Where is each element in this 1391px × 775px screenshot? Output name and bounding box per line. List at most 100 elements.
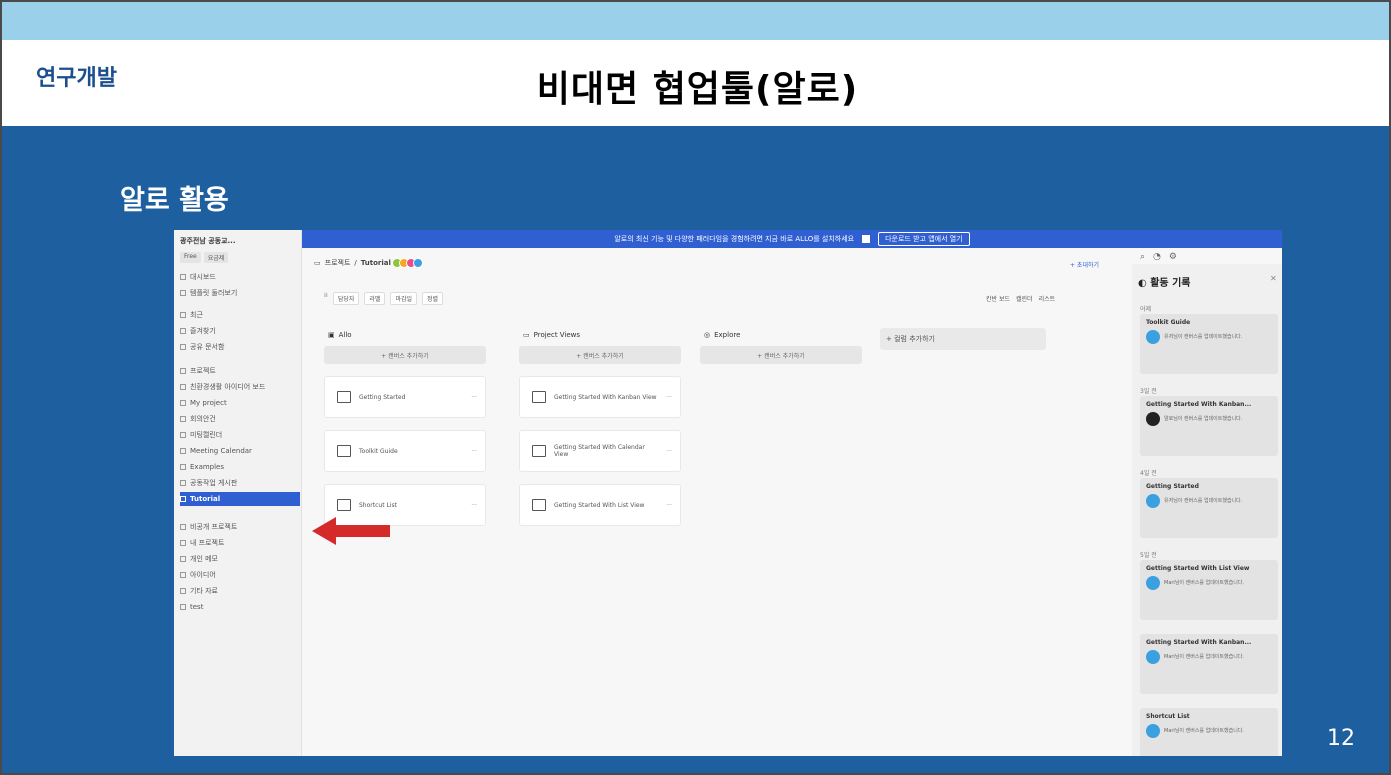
sidebar-item[interactable]: 미팅캘린더 <box>180 428 298 442</box>
breadcrumb-project[interactable]: 프로젝트 <box>325 258 351 268</box>
more-icon[interactable]: ··· <box>471 502 477 509</box>
sidebar-item-label: 기타 자료 <box>190 587 218 595</box>
activity-line: 유저님이 캔버스를 업데이트했습니다. <box>1146 494 1272 508</box>
filter-chip[interactable]: 정렬 <box>422 292 444 305</box>
sidebar-item[interactable]: Tutorial <box>180 492 300 506</box>
sidebar-item[interactable]: 프로젝트 <box>180 364 298 378</box>
activity-item[interactable]: Getting Started With List View Mari님이 캔버스… <box>1140 560 1278 620</box>
page-icon <box>180 328 186 334</box>
sidebar-item[interactable]: 공유 문서함 <box>180 340 298 354</box>
sidebar-item[interactable]: 아이디어 <box>180 568 298 582</box>
canvas-card[interactable]: Getting Started With List View ··· <box>519 484 681 526</box>
notice-text: 알로의 최신 기능 및 다양한 패러다임을 경험하려면 지금 바로 ALLO를 … <box>614 235 855 243</box>
sidebar-item[interactable]: 최근 <box>180 308 298 322</box>
view-toggle-calendar[interactable]: 캘린더 <box>1016 294 1033 303</box>
more-icon[interactable]: ··· <box>666 448 672 455</box>
plan-chip[interactable]: 요금제 <box>203 252 229 263</box>
page-icon <box>180 274 186 280</box>
sidebar-item[interactable]: 공동작업 게시판 <box>180 476 298 490</box>
canvas-card[interactable]: Getting Started With Kanban View ··· <box>519 376 681 418</box>
sidebar-item-label: 템플릿 둘러보기 <box>190 289 238 297</box>
activity-item[interactable]: Shortcut List Mari님이 캔버스를 업데이트했습니다. <box>1140 708 1278 756</box>
sidebar-item[interactable]: 비공개 프로젝트 <box>180 520 298 534</box>
folder-icon <box>532 391 546 403</box>
activity-item-title: Getting Started With Kanban... <box>1146 639 1252 646</box>
column-header[interactable]: ▣ Allo <box>324 328 486 342</box>
plan-chip[interactable]: Free <box>180 252 201 263</box>
workspace-name[interactable]: 광주전남 공동교... <box>180 236 236 246</box>
view-toggle-kanban[interactable]: 칸반 보드 <box>986 294 1010 303</box>
activity-item[interactable]: Getting Started With Kanban... 알로님이 캔버스를 … <box>1140 396 1278 456</box>
sidebar-item[interactable]: Examples <box>180 460 298 474</box>
sidebar-item[interactable]: 개인 메모 <box>180 552 298 566</box>
page-icon <box>180 368 186 374</box>
page-icon <box>180 588 186 594</box>
embedded-app-screenshot: 광주전남 공동교... Free 요금제 대시보드템플릿 둘러보기최근즐겨찾기공… <box>174 230 1282 756</box>
download-button[interactable]: 다운로드 받고 앱에서 열기 <box>878 232 970 246</box>
activity-item[interactable]: Toolkit Guide 유저님이 캔버스를 업데이트했습니다. <box>1140 314 1278 374</box>
add-column-button[interactable]: + 컬럼 추가하기 <box>880 328 1046 350</box>
page-icon <box>180 432 186 438</box>
filter-chip[interactable]: 담당자 <box>332 292 360 305</box>
activity-text: 유저님이 캔버스를 업데이트했습니다. <box>1164 497 1243 504</box>
sidebar-item[interactable]: 대시보드 <box>180 270 298 284</box>
more-icon[interactable]: ··· <box>666 394 672 401</box>
sidebar-item[interactable]: 기타 자료 <box>180 584 298 598</box>
add-canvas-button[interactable]: + 캔버스 추가하기 <box>700 346 862 364</box>
canvas-card[interactable]: Getting Started With Calendar View ··· <box>519 430 681 472</box>
filter-chip[interactable]: 라벨 <box>364 292 386 305</box>
breadcrumb-board[interactable]: Tutorial <box>361 259 391 267</box>
sidebar-item[interactable]: 템플릿 둘러보기 <box>180 286 298 300</box>
activity-text: Mari님이 캔버스를 업데이트했습니다. <box>1164 727 1244 734</box>
canvas-card[interactable]: Getting Started ··· <box>324 376 486 418</box>
column-header[interactable]: ▭ Project Views <box>519 328 681 342</box>
close-icon[interactable]: ✕ <box>1270 274 1277 283</box>
invite-button[interactable]: + 초대하기 <box>1070 260 1099 269</box>
column-header[interactable]: ◎ Explore <box>700 328 862 342</box>
view-toggle-list[interactable]: 리스트 <box>1039 294 1056 303</box>
activity-item-title: Shortcut List <box>1146 713 1190 720</box>
sidebar-item-label: 친환경생활 아이디어 보드 <box>190 383 266 391</box>
add-canvas-button[interactable]: + 캔버스 추가하기 <box>324 346 486 364</box>
folder-icon: ▭ <box>314 259 321 267</box>
page-icon <box>180 480 186 486</box>
sidebar-item[interactable]: 즐겨찾기 <box>180 324 298 338</box>
member-avatars[interactable] <box>391 258 423 268</box>
sidebar-item[interactable]: 내 프로젝트 <box>180 536 298 550</box>
canvas-card[interactable]: Toolkit Guide ··· <box>324 430 486 472</box>
filter-bar: ⁞⁞ 담당자 라벨 마감일 정렬 <box>324 292 444 305</box>
activity-line: Mari님이 캔버스를 업데이트했습니다. <box>1146 650 1272 664</box>
sidebar-item[interactable]: My project <box>180 396 298 410</box>
windows-icon <box>862 235 871 243</box>
activity-item[interactable]: Getting Started With Kanban... Mari님이 캔버스… <box>1140 634 1278 694</box>
slide-title: 비대면 협업툴(알로) <box>536 69 859 110</box>
page-icon <box>180 556 186 562</box>
page-icon <box>180 400 186 406</box>
sidebar-item-label: 프로젝트 <box>190 367 216 375</box>
activity-line: Mari님이 캔버스를 업데이트했습니다. <box>1146 724 1272 738</box>
avatar <box>1146 724 1160 738</box>
more-icon[interactable]: ··· <box>666 502 672 509</box>
search-icon[interactable]: ⌕ <box>1140 252 1145 262</box>
sidebar-item[interactable]: 회의안건 <box>180 412 298 426</box>
sidebar-item-label: Tutorial <box>190 495 221 503</box>
more-icon[interactable]: ··· <box>471 448 477 455</box>
sidebar-item[interactable]: Meeting Calendar <box>180 444 298 458</box>
activity-title: ◐ 활동 기록 <box>1138 278 1191 289</box>
sidebar-item[interactable]: 친환경생활 아이디어 보드 <box>180 380 298 394</box>
activity-item-title: Getting Started With List View <box>1146 565 1250 572</box>
sidebar-item[interactable]: test <box>180 600 298 614</box>
gear-icon[interactable]: ⚙ <box>1169 252 1177 262</box>
more-icon[interactable]: ··· <box>471 394 477 401</box>
add-canvas-button[interactable]: + 캔버스 추가하기 <box>519 346 681 364</box>
activity-icon: ◐ <box>1138 278 1147 289</box>
activity-item[interactable]: Getting Started 유저님이 캔버스를 업데이트했습니다. <box>1140 478 1278 538</box>
bell-icon[interactable]: ◔ <box>1153 252 1161 262</box>
grid-icon[interactable]: ⁞⁞ <box>324 292 328 305</box>
page-icon <box>180 496 186 502</box>
filter-chip[interactable]: 마감일 <box>390 292 417 305</box>
app-sidebar: 광주전남 공동교... Free 요금제 대시보드템플릿 둘러보기최근즐겨찾기공… <box>174 230 302 756</box>
top-icons: ⌕ ◔ ⚙ <box>1140 252 1177 262</box>
column-icon: ▭ <box>523 331 530 339</box>
list-icon <box>532 499 546 511</box>
